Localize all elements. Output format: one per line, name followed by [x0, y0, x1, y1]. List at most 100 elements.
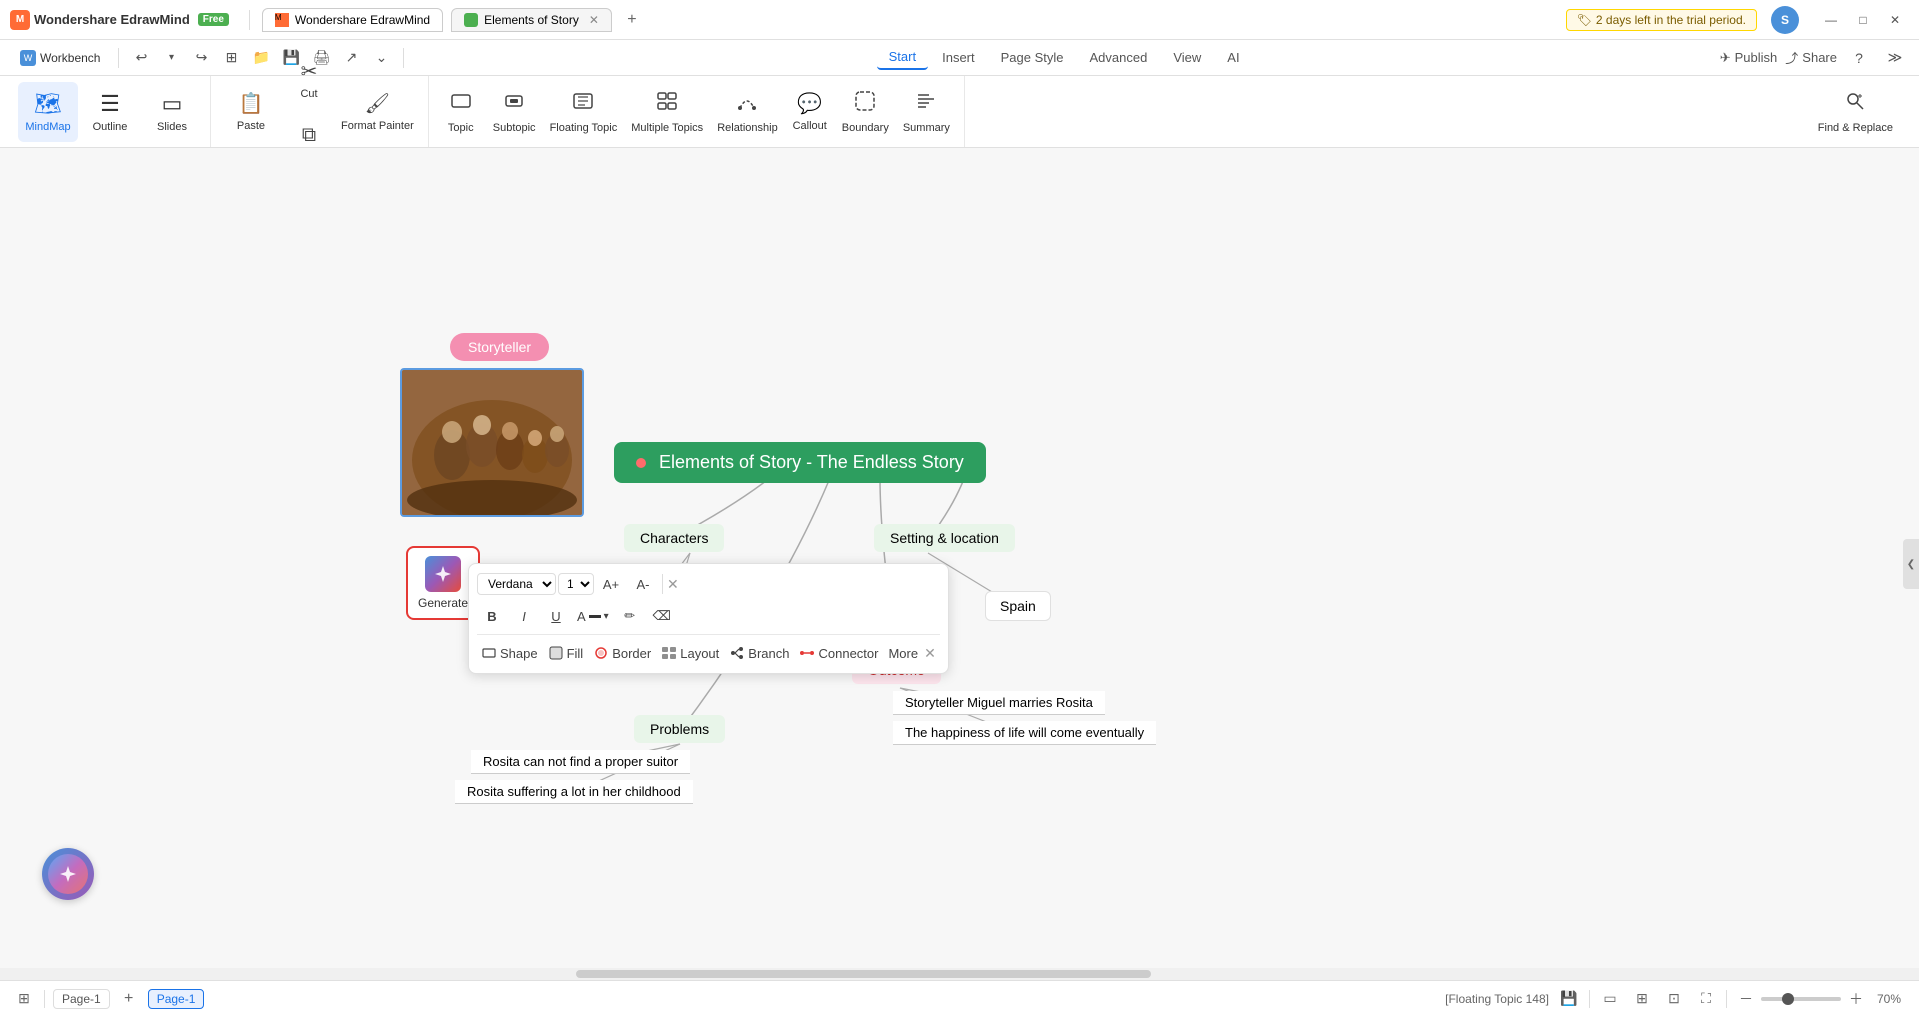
relationship-button[interactable]: Relationship — [711, 82, 784, 142]
slides-view-button[interactable]: ▭ Slides — [142, 82, 202, 142]
callout-button[interactable]: 💬 Callout — [786, 82, 834, 142]
export-button[interactable]: ↗ — [337, 44, 365, 72]
menu-tab-insert[interactable]: Insert — [930, 45, 987, 70]
branch-button[interactable]: Branch — [725, 639, 793, 667]
menu-tab-ai[interactable]: AI — [1215, 45, 1251, 70]
tab-elements-of-story[interactable]: Elements of Story ✕ — [451, 8, 612, 32]
maximize-button[interactable]: □ — [1849, 6, 1877, 34]
share-button[interactable]: ⤴ Share — [1785, 48, 1837, 67]
bold-button[interactable]: B — [477, 602, 507, 630]
menu-tab-page-style[interactable]: Page Style — [989, 45, 1076, 70]
menu-tab-start[interactable]: Start — [877, 45, 928, 70]
highlight-button[interactable]: ✏ — [615, 602, 645, 630]
close-button[interactable]: ✕ — [1881, 6, 1909, 34]
page-icon-button[interactable]: ⊞ — [12, 987, 36, 1011]
boundary-button[interactable]: Boundary — [836, 82, 895, 142]
floating-topic-button[interactable]: Floating Topic — [544, 82, 624, 142]
ft-collapse-icon[interactable]: ✕ — [667, 576, 683, 592]
problem-sub2-node[interactable]: Rosita suffering a lot in her childhood — [455, 780, 693, 804]
subtopic-button[interactable]: Subtopic — [487, 82, 542, 142]
font-increase-button[interactable]: A+ — [596, 570, 626, 598]
image-node[interactable] — [400, 368, 584, 517]
paste-label: Paste — [237, 120, 265, 132]
summary-button[interactable]: Summary — [897, 82, 956, 142]
font-decrease-button[interactable]: A- — [628, 570, 658, 598]
more-button[interactable]: ⌄ — [367, 44, 395, 72]
ai-assistant-button[interactable] — [42, 848, 94, 900]
italic-button[interactable]: I — [509, 602, 539, 630]
status-bar: ⊞ Page-1 + Page-1 [Floating Topic 148] 💾… — [0, 980, 1919, 1016]
find-replace-label: Find & Replace — [1818, 122, 1893, 134]
outline-view-button[interactable]: ☰ Outline — [80, 82, 140, 142]
close-tab-icon[interactable]: ✕ — [589, 13, 599, 27]
add-page-button[interactable]: + — [118, 988, 140, 1010]
fit-view-button[interactable]: ⊡ — [1662, 987, 1686, 1011]
view-toggle-button[interactable]: ▭ — [1598, 987, 1622, 1011]
font-color-bar — [589, 615, 601, 618]
undo-dropdown[interactable]: ▾ — [157, 44, 185, 72]
save-status-button[interactable]: 💾 — [1557, 987, 1581, 1011]
characters-node[interactable]: Characters — [624, 524, 724, 552]
shape-button[interactable]: Shape — [477, 639, 542, 667]
setting-node[interactable]: Setting & location — [874, 524, 1015, 552]
menu-tab-view[interactable]: View — [1161, 45, 1213, 70]
outcome-sub2-node[interactable]: The happiness of life will come eventual… — [893, 721, 1156, 745]
workbench-button[interactable]: W Workbench — [10, 46, 110, 70]
new-button[interactable]: ⊞ — [217, 44, 245, 72]
font-size-select[interactable]: 14 — [558, 573, 594, 595]
paste-button[interactable]: 📋 Paste — [219, 82, 283, 142]
undo-button[interactable]: ↩ — [127, 44, 155, 72]
ft-expand-icon[interactable]: ✕ — [924, 645, 940, 661]
subtopic-icon — [503, 90, 525, 118]
layout-button[interactable]: Layout — [657, 639, 723, 667]
app-name: Wondershare EdrawMind — [34, 12, 190, 27]
topic-button[interactable]: Topic — [437, 82, 485, 142]
spain-node[interactable]: Spain — [985, 591, 1051, 621]
menu-tab-advanced[interactable]: Advanced — [1078, 45, 1160, 70]
storyteller-node[interactable]: Storyteller — [450, 333, 549, 361]
zoom-out-button[interactable]: － — [1735, 988, 1757, 1010]
find-replace-button[interactable]: Find & Replace — [1802, 82, 1909, 142]
help-button[interactable]: ? — [1845, 44, 1873, 72]
open-button[interactable]: 📁 — [247, 44, 275, 72]
user-avatar[interactable]: S — [1771, 6, 1799, 34]
multiple-topics-button[interactable]: Multiple Topics — [625, 82, 709, 142]
redo-button[interactable]: ↪ — [187, 44, 215, 72]
minimize-button[interactable]: — — [1817, 6, 1845, 34]
font-family-select[interactable]: Verdana — [477, 573, 556, 595]
right-panel-toggle[interactable]: ❮ — [1903, 539, 1919, 589]
mindmap-view-button[interactable]: 🗺 MindMap — [18, 82, 78, 142]
border-button[interactable]: Border — [589, 639, 655, 667]
zoom-slider[interactable] — [1761, 997, 1841, 1001]
outcome-sub1-node[interactable]: Storyteller Miguel marries Rosita — [893, 691, 1105, 715]
tab-edrawmind[interactable]: M Wondershare EdrawMind — [262, 8, 443, 32]
underline-button[interactable]: U — [541, 602, 571, 630]
publish-button[interactable]: ✈ Publish — [1720, 50, 1778, 66]
font-color-dropdown[interactable]: ▾ — [604, 611, 609, 622]
generate-label: Generate — [418, 596, 468, 610]
fill-button[interactable]: Fill — [544, 639, 588, 667]
problem-sub1-node[interactable]: Rosita can not find a proper suitor — [471, 750, 690, 774]
format-painter-button[interactable]: 🖌 Format Painter — [335, 82, 420, 142]
active-page-tab[interactable]: Page-1 — [148, 989, 205, 1009]
app-badge: Free — [198, 13, 229, 26]
zoom-in-button[interactable]: ＋ — [1845, 988, 1867, 1010]
scrollbar-thumb[interactable] — [576, 970, 1152, 978]
grid-view-button[interactable]: ⊞ — [1630, 987, 1654, 1011]
tab-label-story: Elements of Story — [484, 13, 579, 27]
add-tab-button[interactable]: + — [620, 8, 644, 32]
problems-node[interactable]: Problems — [634, 715, 725, 743]
font-color-button[interactable]: A ▾ — [573, 602, 613, 630]
horizontal-scrollbar[interactable] — [0, 968, 1919, 980]
fullscreen-button[interactable]: ⛶ — [1694, 987, 1718, 1011]
more-options-button[interactable]: More — [884, 639, 922, 667]
clear-format-button[interactable]: ⌫ — [647, 602, 677, 630]
main-node[interactable]: Elements of Story - The Endless Story — [614, 442, 986, 483]
mindmap-label: MindMap — [25, 121, 70, 133]
find-replace-icon — [1844, 90, 1866, 118]
connector-button[interactable]: Connector — [795, 639, 882, 667]
page-indicator-button[interactable]: Page-1 — [53, 989, 110, 1009]
shape-label: Shape — [500, 646, 538, 661]
cut-button[interactable]: ✂ Cut — [285, 50, 333, 110]
expand-button[interactable]: ≫ — [1881, 44, 1909, 72]
